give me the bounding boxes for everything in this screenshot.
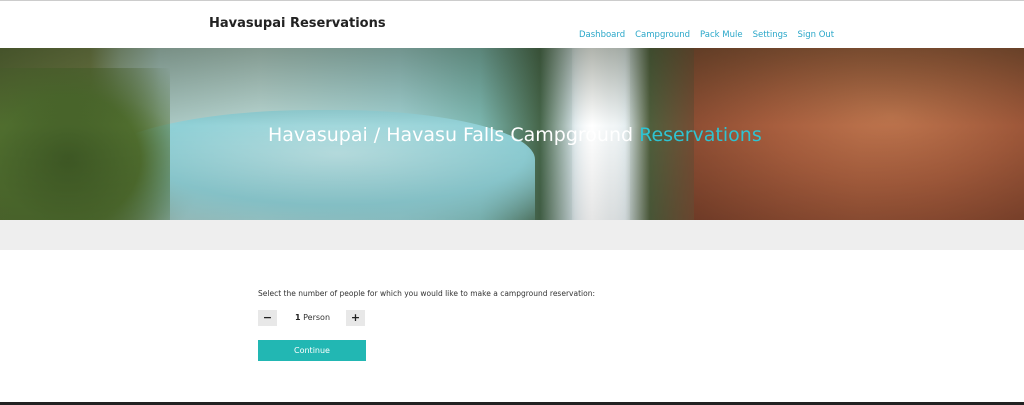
reservation-form: Select the number of people for which yo… — [258, 289, 595, 361]
people-prompt: Select the number of people for which yo… — [258, 289, 595, 298]
nav-settings[interactable]: Settings — [753, 30, 788, 40]
nav-dashboard[interactable]: Dashboard — [579, 30, 625, 40]
people-count-unit: Person — [303, 313, 331, 322]
hero-title: Havasupai / Havasu Falls Campground Rese… — [0, 124, 1024, 146]
continue-button[interactable]: Continue — [258, 340, 366, 361]
decrement-button[interactable]: − — [258, 310, 277, 326]
hero-title-accent: Reservations — [639, 124, 762, 146]
top-navigation-bar: Havasupai Reservations Dashboard Campgro… — [0, 0, 1024, 48]
people-count-value: 1 — [295, 313, 301, 322]
nav-sign-out[interactable]: Sign Out — [797, 30, 834, 40]
hero-title-main: Havasupai / Havasu Falls Campground — [268, 124, 634, 146]
hero-banner: Havasupai / Havasu Falls Campground Rese… — [0, 48, 1024, 220]
increment-button[interactable]: + — [346, 310, 365, 326]
people-count: 1 Person — [295, 313, 330, 322]
site-brand[interactable]: Havasupai Reservations — [209, 16, 386, 31]
main-nav: Dashboard Campground Pack Mule Settings … — [579, 30, 834, 40]
people-counter: − 1 Person + — [258, 310, 368, 328]
nav-pack-mule[interactable]: Pack Mule — [700, 30, 743, 40]
divider-band — [0, 220, 1024, 250]
nav-campground[interactable]: Campground — [635, 30, 690, 40]
